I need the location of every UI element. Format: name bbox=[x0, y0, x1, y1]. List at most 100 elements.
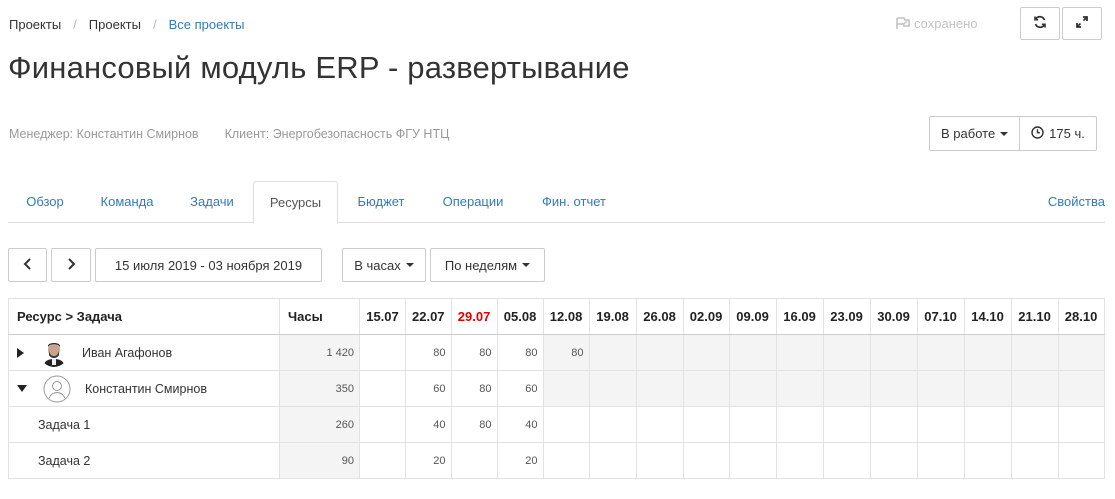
hours-button[interactable]: 175 ч. bbox=[1020, 116, 1097, 151]
week-hours-cell[interactable] bbox=[963, 406, 1012, 443]
week-hours-cell[interactable] bbox=[869, 442, 918, 479]
period-dropdown[interactable]: По неделям bbox=[430, 248, 545, 282]
breadcrumb-item-projects[interactable]: Проекты bbox=[89, 17, 141, 32]
week-hours-cell[interactable] bbox=[1057, 370, 1105, 407]
week-hours-cell[interactable] bbox=[916, 370, 965, 407]
week-hours-cell[interactable]: 80 bbox=[450, 406, 498, 443]
tab-team[interactable]: Команда bbox=[82, 181, 172, 223]
collapse-toggle-icon[interactable] bbox=[17, 385, 27, 392]
week-hours-cell[interactable] bbox=[916, 442, 965, 479]
date-range-button[interactable]: 15 июля 2019 - 03 ноября 2019 bbox=[95, 248, 322, 282]
week-hours-cell[interactable] bbox=[635, 334, 684, 371]
week-hours-cell[interactable]: 80 bbox=[542, 334, 590, 371]
week-hours-cell[interactable] bbox=[588, 370, 637, 407]
week-hours-cell[interactable] bbox=[542, 442, 590, 479]
week-hours-cell[interactable] bbox=[542, 406, 590, 443]
week-hours-cell[interactable] bbox=[869, 334, 918, 371]
week-hours-cell[interactable] bbox=[359, 442, 406, 479]
tab-overview[interactable]: Обзор bbox=[8, 181, 82, 223]
week-hours-cell[interactable] bbox=[1057, 442, 1105, 479]
week-hours-cell[interactable] bbox=[542, 370, 590, 407]
week-hours-cell[interactable] bbox=[822, 370, 871, 407]
tab-operations[interactable]: Операции bbox=[424, 181, 522, 223]
tab-tasks[interactable]: Задачи bbox=[172, 181, 252, 223]
client-name: Энергобезопасность ФГУ НТЦ bbox=[272, 127, 450, 141]
unit-dropdown[interactable]: В часах bbox=[342, 248, 426, 282]
week-hours-cell[interactable] bbox=[916, 334, 965, 371]
resource-row[interactable]: Константин Смирнов 350 60 80 60 bbox=[8, 370, 1105, 407]
week-hours-cell[interactable] bbox=[1057, 406, 1105, 443]
week-hours-cell[interactable] bbox=[359, 370, 406, 407]
week-hours-cell[interactable] bbox=[588, 442, 637, 479]
week-hours-cell[interactable]: 80 bbox=[405, 334, 452, 371]
week-hours-cell[interactable]: 20 bbox=[405, 442, 452, 479]
task-row[interactable]: Задача 2 90 20 20 bbox=[8, 442, 1105, 479]
expand-toggle-icon[interactable] bbox=[17, 347, 24, 358]
week-hours-cell[interactable] bbox=[682, 406, 730, 443]
week-hours-cell[interactable] bbox=[682, 370, 730, 407]
column-header-week: 21.10 bbox=[1010, 298, 1059, 335]
week-hours-cell[interactable] bbox=[588, 334, 637, 371]
breadcrumb: Проекты / Проекты / Все проекты bbox=[9, 17, 244, 32]
week-hours-cell[interactable] bbox=[359, 406, 406, 443]
week-hours-cell[interactable] bbox=[869, 370, 918, 407]
week-hours-cell[interactable] bbox=[635, 406, 684, 443]
week-hours-cell[interactable]: 80 bbox=[496, 334, 544, 371]
week-hours-cell[interactable]: 80 bbox=[450, 334, 498, 371]
week-hours-cell[interactable] bbox=[1010, 406, 1059, 443]
week-hours-cell[interactable]: 80 bbox=[450, 370, 498, 407]
week-hours-cell[interactable] bbox=[728, 370, 777, 407]
week-hours-cell[interactable] bbox=[822, 334, 871, 371]
week-hours-cell[interactable] bbox=[775, 334, 824, 371]
week-hours-cell[interactable] bbox=[775, 370, 824, 407]
column-header-week: 16.09 bbox=[775, 298, 824, 335]
week-hours-cell[interactable] bbox=[635, 370, 684, 407]
column-header-week: 07.10 bbox=[916, 298, 965, 335]
week-hours-cell[interactable] bbox=[728, 442, 777, 479]
week-hours-cell[interactable] bbox=[869, 406, 918, 443]
week-hours-cell[interactable] bbox=[775, 442, 824, 479]
week-hours-cell[interactable] bbox=[963, 370, 1012, 407]
prev-period-button[interactable] bbox=[8, 248, 47, 282]
tab-budget[interactable]: Бюджет bbox=[338, 181, 424, 223]
resource-row[interactable]: Иван Агафонов 1 420 80 80 80 80 bbox=[8, 334, 1105, 371]
refresh-button[interactable] bbox=[1020, 7, 1060, 40]
week-hours-cell[interactable] bbox=[1057, 334, 1105, 371]
resource-table: Ресурс > Задача Часы 15.07 22.07 29.07 05.0… bbox=[8, 298, 1105, 479]
task-row[interactable]: Задача 1 260 40 80 40 bbox=[8, 406, 1105, 443]
week-hours-cell[interactable] bbox=[963, 442, 1012, 479]
tab-properties[interactable]: Свойства bbox=[1048, 181, 1105, 223]
week-hours-cell[interactable] bbox=[635, 442, 684, 479]
week-hours-cell[interactable] bbox=[359, 334, 406, 371]
week-hours-cell[interactable]: 40 bbox=[405, 406, 452, 443]
week-hours-cell[interactable] bbox=[682, 334, 730, 371]
week-hours-cell[interactable] bbox=[1010, 334, 1059, 371]
breadcrumb-item-all-projects[interactable]: Все проекты bbox=[169, 17, 245, 32]
tab-resources[interactable]: Ресурсы bbox=[253, 181, 338, 224]
breadcrumb-item-projects-root[interactable]: Проекты bbox=[9, 17, 61, 32]
clock-icon bbox=[1031, 125, 1044, 142]
tab-fin-report[interactable]: Фин. отчет bbox=[522, 181, 626, 223]
refresh-icon bbox=[1033, 15, 1047, 32]
week-hours-cell[interactable] bbox=[822, 406, 871, 443]
week-hours-cell[interactable] bbox=[588, 406, 637, 443]
week-hours-cell[interactable]: 60 bbox=[405, 370, 452, 407]
status-dropdown[interactable]: В работе bbox=[929, 116, 1021, 151]
next-period-button[interactable] bbox=[51, 248, 91, 282]
week-hours-cell[interactable]: 40 bbox=[496, 406, 544, 443]
fullscreen-button[interactable] bbox=[1062, 7, 1102, 40]
week-hours-cell[interactable] bbox=[916, 406, 965, 443]
manager-info: Менеджер: Константин Смирнов bbox=[9, 127, 199, 141]
week-hours-cell[interactable]: 60 bbox=[496, 370, 544, 407]
week-hours-cell[interactable] bbox=[1010, 370, 1059, 407]
week-hours-cell[interactable] bbox=[728, 334, 777, 371]
week-hours-cell[interactable] bbox=[1010, 442, 1059, 479]
week-hours-cell[interactable] bbox=[963, 334, 1012, 371]
week-hours-cell[interactable] bbox=[728, 406, 777, 443]
week-hours-cell[interactable] bbox=[450, 442, 498, 479]
week-hours-cell[interactable] bbox=[822, 442, 871, 479]
week-hours-cell[interactable]: 20 bbox=[496, 442, 544, 479]
period-label: По неделям bbox=[444, 257, 518, 273]
week-hours-cell[interactable] bbox=[775, 406, 824, 443]
week-hours-cell[interactable] bbox=[682, 442, 730, 479]
